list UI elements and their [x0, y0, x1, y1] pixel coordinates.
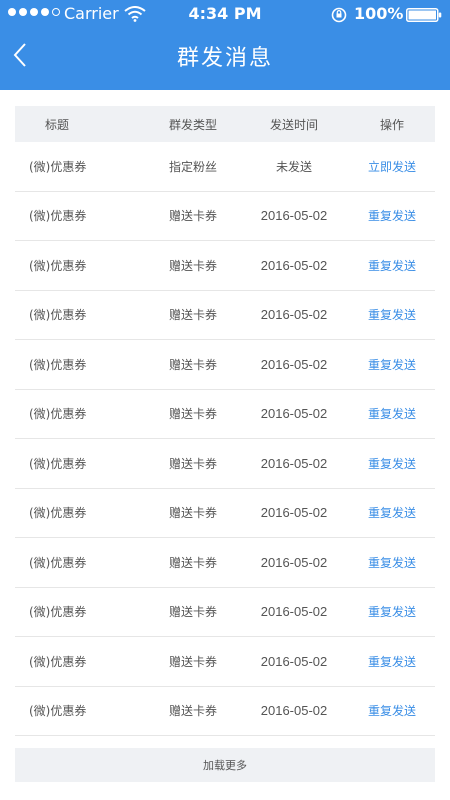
row-type: 赠送卡券 [168, 258, 217, 273]
column-header-time: 发送时间 [269, 117, 318, 132]
row-send-time: 2016-05-02 [260, 703, 328, 719]
row-send-time: 2016-05-02 [260, 554, 328, 570]
load-more-button[interactable]: 加载更多 [15, 748, 435, 782]
row-type: 赠送卡券 [168, 654, 217, 669]
row-title: (微)优惠券 [29, 209, 87, 224]
top-bar: Carrier 4:34 PM 100% 群发消息 [0, 0, 450, 90]
table-row: (微)优惠券 赠送卡券 2016-05-02 重复发送 [15, 340, 435, 390]
row-title: (微)优惠券 [29, 258, 87, 273]
row-type: 赠送卡券 [168, 357, 217, 372]
row-title: (微)优惠券 [29, 159, 87, 174]
row-action-link[interactable]: 重复发送 [349, 603, 435, 620]
row-send-time: 2016-05-02 [260, 406, 328, 422]
row-type: 指定粉丝 [168, 159, 217, 174]
row-title: (微)优惠券 [29, 654, 87, 669]
row-type: 赠送卡券 [168, 456, 217, 471]
column-header-action: 操作 [379, 117, 404, 132]
table-row: (微)优惠券 赠送卡券 2016-05-02 重复发送 [15, 637, 435, 687]
row-action-link[interactable]: 重复发送 [349, 554, 435, 571]
row-action-link[interactable]: 重复发送 [349, 504, 435, 521]
table-row: (微)优惠券 赠送卡券 2016-05-02 重复发送 [15, 291, 435, 340]
table-row: (微)优惠券 赠送卡券 2016-05-02 重复发送 [15, 588, 435, 637]
row-action-link[interactable]: 重复发送 [349, 455, 435, 472]
row-title: (微)优惠券 [29, 506, 87, 521]
row-title: (微)优惠券 [29, 357, 87, 372]
battery-percent: 100% [354, 4, 404, 23]
broadcast-table: 标题 群发类型 发送时间 操作 (微)优惠券 指定粉丝 未发送 立即发送 (微)优惠券赠… [15, 106, 435, 736]
row-type: 赠送卡券 [168, 407, 217, 422]
battery-icon [406, 8, 442, 22]
row-send-time: 2016-05-02 [260, 356, 328, 372]
page-title: 群发消息 [176, 46, 273, 71]
row-type: 赠送卡券 [168, 605, 217, 620]
row-type: 赠送卡券 [168, 209, 217, 224]
table-row: (微)优惠券 赠送卡券 2016-05-02 重复发送 [15, 241, 435, 291]
row-title: (微)优惠券 [29, 704, 87, 719]
row-send-time: 2016-05-02 [260, 653, 328, 669]
row-action-link[interactable]: 重复发送 [349, 356, 435, 373]
column-header-title: 标题 [45, 117, 70, 132]
row-send-time: 未发送 [275, 159, 312, 174]
row-title: (微)优惠券 [29, 308, 87, 323]
table-row: (微)优惠券 赠送卡券 2016-05-02 重复发送 [15, 489, 435, 538]
row-title: (微)优惠券 [29, 555, 87, 570]
row-type: 赠送卡券 [168, 555, 217, 570]
table-row: (微)优惠券 赠送卡券 2016-05-02 重复发送 [15, 192, 435, 241]
lock-rotation-icon [331, 7, 347, 23]
status-bar: Carrier 4:34 PM 100% [0, 0, 450, 28]
table-row: (微)优惠券 赠送卡券 2016-05-02 重复发送 [15, 439, 435, 489]
row-action-link[interactable]: 立即发送 [349, 158, 435, 175]
row-send-time: 2016-05-02 [260, 455, 328, 471]
row-title: (微)优惠券 [29, 605, 87, 620]
table-row: (微)优惠券 赠送卡券 2016-05-02 重复发送 [15, 687, 435, 736]
row-action-link[interactable]: 重复发送 [349, 306, 435, 323]
table-body: (微)优惠券 指定粉丝 未发送 立即发送 (微)优惠券 赠送卡券 2016-05-02 重复发… [15, 142, 435, 736]
row-action-link[interactable]: 重复发送 [349, 702, 435, 719]
row-action-link[interactable]: 重复发送 [349, 405, 435, 422]
row-send-time: 2016-05-02 [260, 307, 328, 323]
table-row: (微)优惠券 指定粉丝 未发送 立即发送 [15, 142, 435, 192]
row-type: 赠送卡券 [168, 704, 217, 719]
row-title: (微)优惠券 [29, 456, 87, 471]
row-action-link[interactable]: 重复发送 [349, 257, 435, 274]
row-action-link[interactable]: 重复发送 [349, 207, 435, 224]
table-row: (微)优惠券 赠送卡券 2016-05-02 重复发送 [15, 538, 435, 588]
table-row: (微)优惠券 赠送卡券 2016-05-02 重复发送 [15, 390, 435, 439]
row-send-time: 2016-05-02 [260, 604, 328, 620]
row-action-link[interactable]: 重复发送 [349, 653, 435, 670]
column-header-type: 群发类型 [168, 117, 217, 132]
row-type: 赠送卡券 [168, 506, 217, 521]
table-header: 标题 群发类型 发送时间 操作 [15, 106, 435, 142]
row-send-time: 2016-05-02 [260, 257, 328, 273]
row-type: 赠送卡券 [168, 308, 217, 323]
row-title: (微)优惠券 [29, 407, 87, 422]
row-send-time: 2016-05-02 [260, 505, 328, 521]
row-send-time: 2016-05-02 [260, 208, 328, 224]
